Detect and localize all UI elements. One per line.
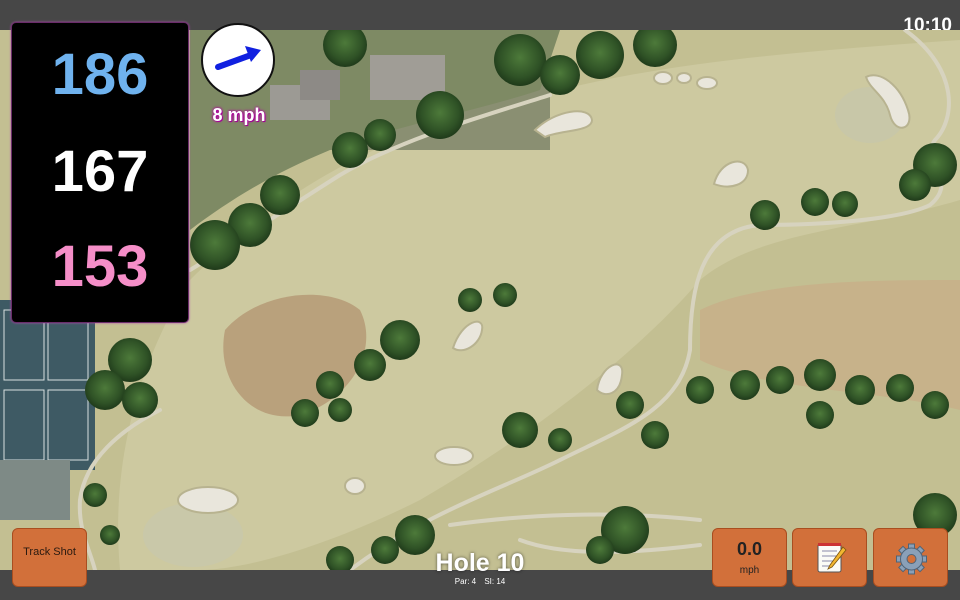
hole-par: Par: 4 — [454, 577, 477, 586]
back-distance: 186 — [51, 42, 149, 107]
wind-indicator[interactable] — [201, 23, 275, 97]
distance-panel: 186 167 153 — [11, 22, 189, 323]
notepad-icon — [817, 543, 847, 573]
hole-title: Hole 10 — [435, 549, 525, 577]
speed-unit: mph — [739, 565, 760, 576]
settings-button[interactable] — [873, 528, 948, 587]
speed-value: 0.0 — [736, 539, 763, 559]
wind-arrow-icon — [215, 46, 261, 70]
center-distance: 167 — [51, 139, 149, 204]
speed-button[interactable]: 0.0 mph — [712, 528, 787, 587]
hole-meta: Par: 4 SI: 14 — [380, 577, 580, 587]
track-shot-label: Track Shot — [23, 546, 76, 558]
track-shot-button[interactable]: Track Shot — [12, 528, 87, 587]
notes-button[interactable] — [792, 528, 867, 587]
front-distance: 153 — [51, 234, 149, 299]
hole-stroke-index: SI: 14 — [484, 577, 506, 586]
wind-speed-label: 8 mph — [212, 105, 266, 125]
gear-icon — [896, 543, 927, 575]
